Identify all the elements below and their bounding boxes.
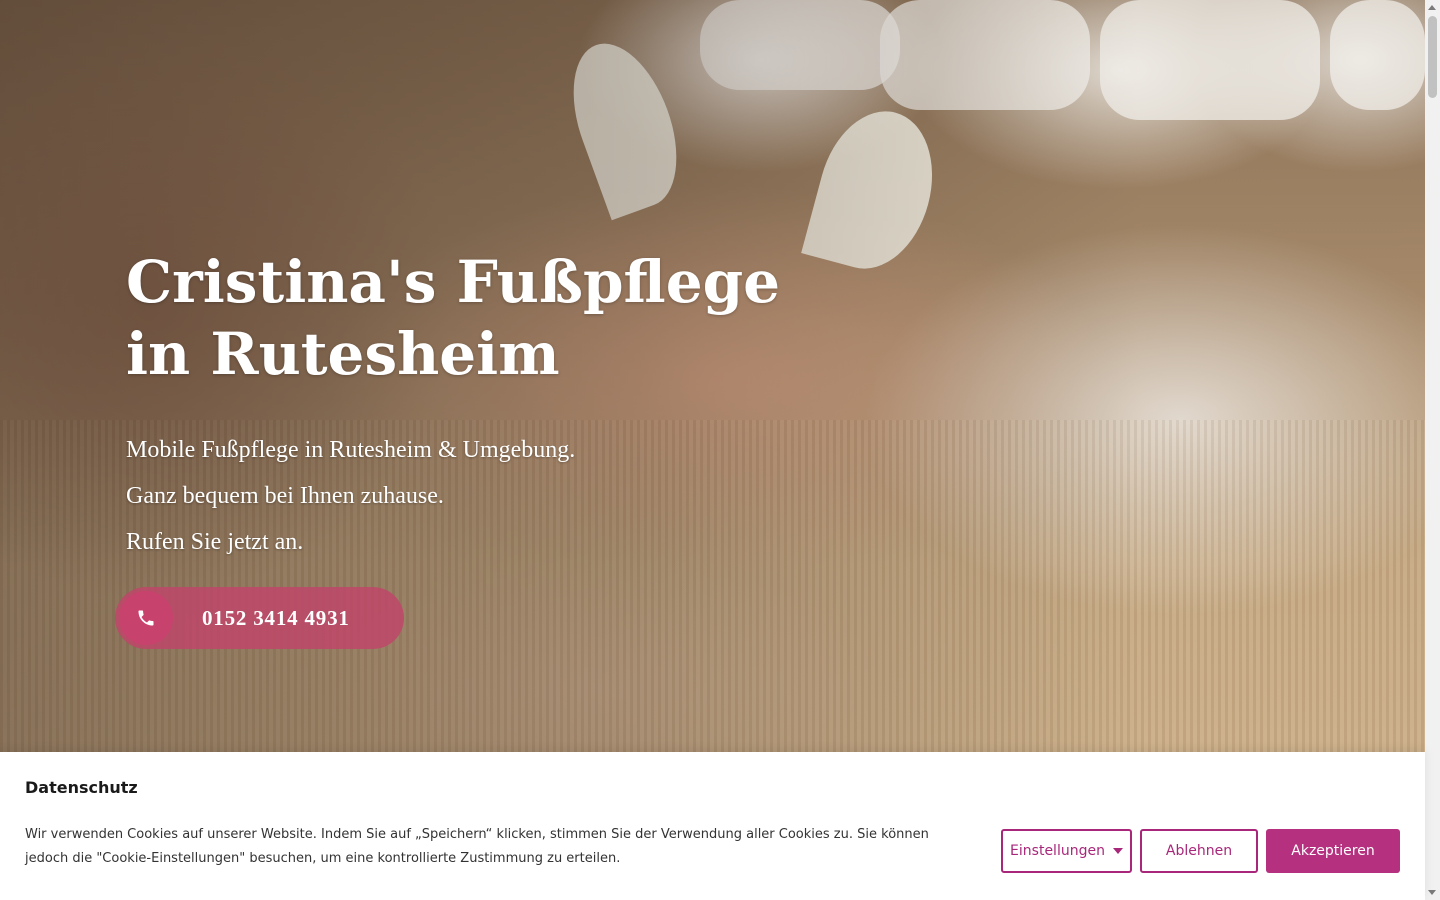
hero-title-line-1: Cristina's Fußpflege [126,248,781,316]
call-phone-number: 0152 3414 4931 [202,605,350,630]
hero-subtitle-line: Rufen Sie jetzt an. [126,529,304,555]
cookie-settings-button[interactable]: Einstellungen [1001,829,1132,873]
cookie-banner-text: Wir verwenden Cookies auf unserer Websit… [25,827,929,866]
hero-subtitle-line: Mobile Fußpflege in Rutesheim & Umgebung… [126,437,576,463]
call-phone-button[interactable]: 0152 3414 4931 [115,587,404,649]
hero-title: Cristina's Fußpflege in Rutesheim [126,246,826,390]
caret-down-icon [1112,848,1123,854]
scroll-down-arrow-icon[interactable] [1428,890,1436,895]
cookie-decline-button[interactable]: Ablehnen [1140,829,1258,873]
scroll-thumb[interactable] [1428,16,1437,98]
cookie-banner-title: Datenschutz [25,778,138,797]
hero-title-line-2: in Rutesheim [126,320,560,388]
cookie-settings-label: Einstellungen [1010,843,1105,859]
page-scrollbar[interactable] [1425,0,1440,900]
phone-icon [119,591,173,645]
hero-section: Cristina's Fußpflege in Rutesheim Mobile… [0,0,1425,752]
cookie-consent-banner: Datenschutz Wir verwenden Cookies auf un… [0,752,1425,900]
hero-subtitle-line: Ganz bequem bei Ihnen zuhause. [126,483,444,509]
cookie-accept-button[interactable]: Akzeptieren [1266,829,1400,873]
hero-subtitle: Mobile Fußpflege in Rutesheim & Umgebung… [126,427,826,565]
scroll-up-arrow-icon[interactable] [1428,5,1436,10]
